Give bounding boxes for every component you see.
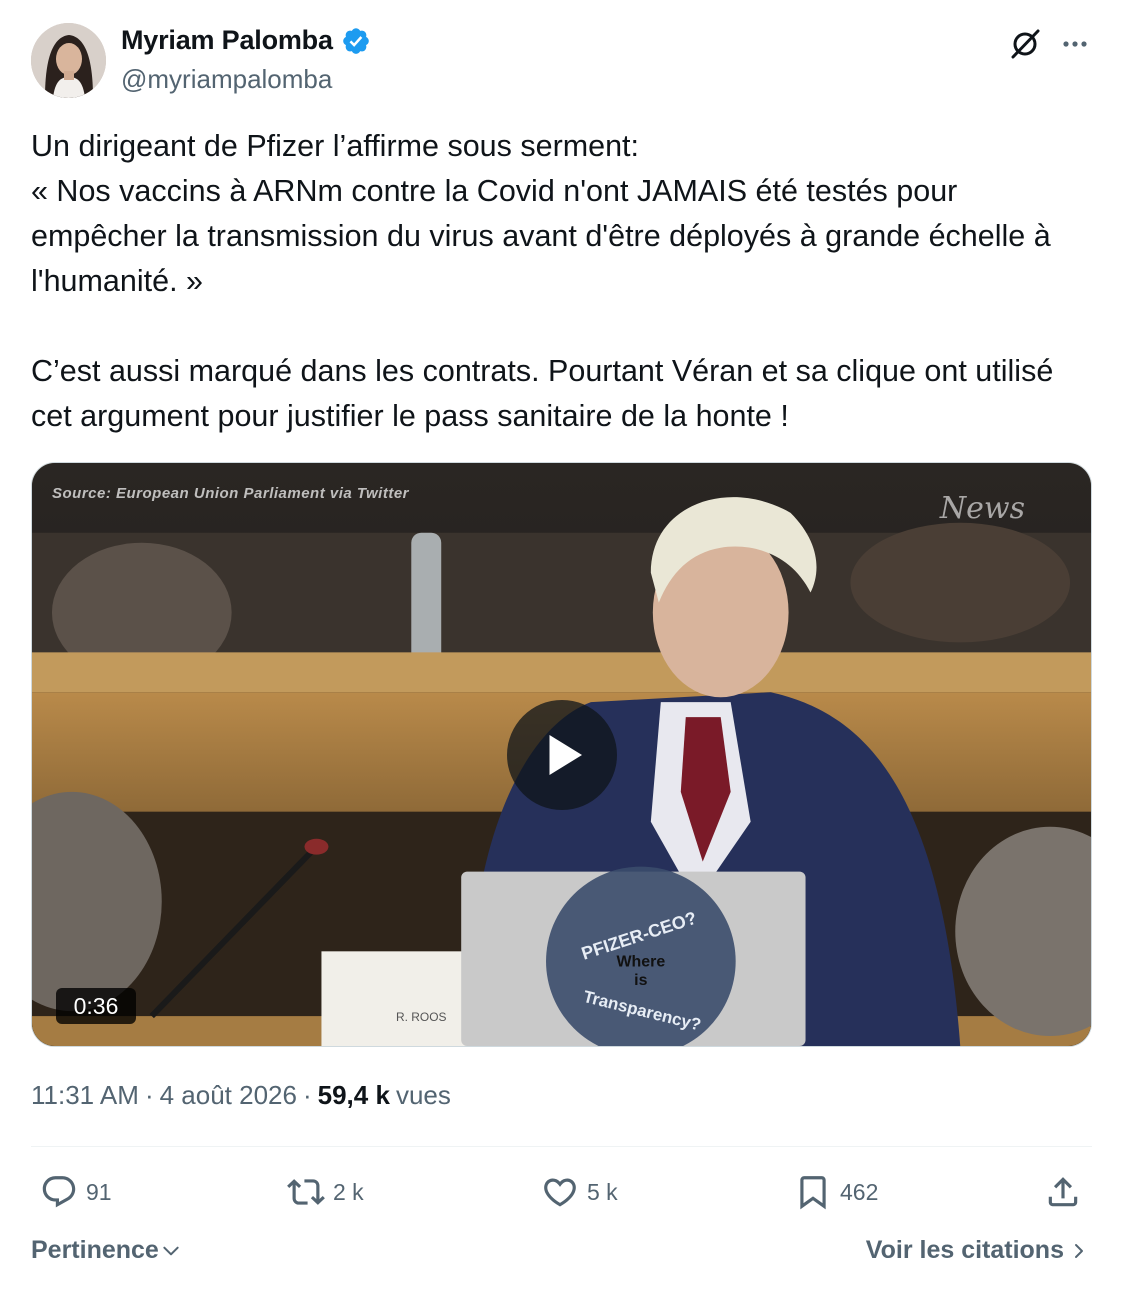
sort-label: Pertinence [31, 1236, 159, 1264]
bookmark-button[interactable]: 462 [794, 1168, 878, 1216]
tweet-text-line: Un dirigeant de Pfizer l’affirme sous se… [31, 129, 640, 163]
repost-button[interactable]: 2 k [287, 1168, 364, 1216]
author-display-name[interactable]: Myriam Palomba [121, 25, 333, 56]
reply-count: 91 [86, 1178, 112, 1205]
tweet-text-quote: « Nos vaccins à ARNm contre la Covid n'o… [31, 174, 1051, 298]
nameplate-text: R. ROOS [396, 1010, 447, 1024]
tweet-meta: 11:31 AM · 4 août 2026 · 59,4 k vues [31, 1080, 451, 1111]
tweet-date[interactable]: 4 août 2026 [160, 1080, 297, 1111]
verified-badge-icon [341, 26, 371, 56]
view-quotes-link[interactable]: Voir les citations [866, 1236, 1088, 1265]
views-count: 59,4 k [317, 1080, 390, 1110]
share-button[interactable] [1044, 1168, 1082, 1216]
share-icon [1048, 1177, 1078, 1207]
reply-button[interactable]: 91 [40, 1168, 112, 1216]
video-duration: 0:36 [56, 988, 136, 1024]
meta-separator: · [302, 1080, 312, 1110]
tweet-time[interactable]: 11:31 AM [31, 1080, 139, 1111]
play-icon [549, 735, 582, 775]
action-bar: 91 2 k 5 k 462 [0, 1168, 1123, 1216]
bookmark-count: 462 [840, 1178, 879, 1205]
grok-icon[interactable] [1007, 26, 1043, 62]
repost-icon [287, 1179, 325, 1205]
bookmark-icon [800, 1176, 826, 1210]
like-button[interactable]: 5 k [541, 1168, 618, 1216]
meta-separator: · [144, 1080, 154, 1110]
video-source-caption: Source: European Union Parliament via Tw… [52, 485, 410, 502]
avatar[interactable] [31, 23, 106, 98]
author-name-row[interactable]: Myriam Palomba [121, 25, 371, 56]
divider [31, 1146, 1092, 1147]
video-player[interactable]: R. ROOS PFIZER-CEO? Where is Transparenc… [31, 462, 1092, 1047]
laptop-sticker-text: is [634, 972, 647, 989]
play-button[interactable] [507, 700, 617, 810]
sort-replies-dropdown[interactable]: Pertinence [31, 1236, 181, 1265]
tweet-text-line: C’est aussi marqué dans les contrats. Po… [31, 354, 1054, 433]
tweet: Myriam Palomba @myriampalomba Un dirigea… [0, 0, 1123, 1290]
laptop-sticker-text: Where [616, 953, 665, 970]
repost-count: 2 k [333, 1178, 364, 1205]
views-label: vues [395, 1080, 451, 1110]
author-handle[interactable]: @myriampalomba [121, 64, 332, 95]
heart-icon [544, 1178, 576, 1207]
chevron-down-icon [163, 1246, 179, 1255]
reply-icon [42, 1176, 76, 1208]
news-logo-watermark: News [939, 491, 1025, 526]
chevron-right-icon [1075, 1243, 1083, 1258]
quotes-label: Voir les citations [865, 1236, 1064, 1264]
tweet-text: Un dirigeant de Pfizer l’affirme sous se… [31, 124, 1091, 439]
more-dots-icon[interactable] [1057, 26, 1093, 62]
like-count: 5 k [587, 1178, 618, 1205]
